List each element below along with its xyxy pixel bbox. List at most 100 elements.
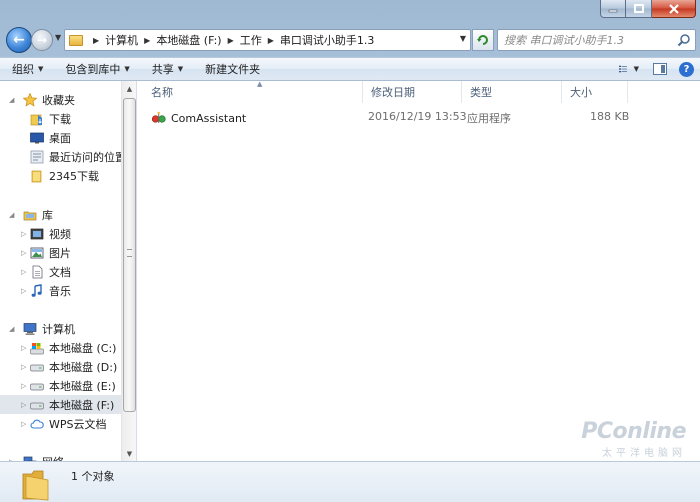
nav-libraries[interactable]: ◢ 库 xyxy=(0,205,121,224)
back-button[interactable]: ← xyxy=(6,27,32,53)
nav-downloads[interactable]: 下载 xyxy=(0,109,121,128)
computer-icon xyxy=(22,321,38,337)
address-history-dropdown[interactable]: ▼ xyxy=(460,34,466,43)
view-details-icon xyxy=(619,65,627,73)
expand-arrow-icon[interactable]: ◢ xyxy=(9,325,14,333)
chevron-down-icon: ▼ xyxy=(55,33,62,42)
recent-pages-dropdown[interactable]: ▼ xyxy=(55,33,63,45)
column-header-type[interactable]: 类型 xyxy=(462,81,562,103)
nav-computer[interactable]: ◢ 计算机 xyxy=(0,319,121,338)
details-pane: 1 个对象 xyxy=(0,461,700,502)
nav-favorites[interactable]: ◢ 收藏夹 xyxy=(0,90,121,109)
expand-arrow-icon[interactable]: ▷ xyxy=(21,363,26,371)
column-label: 名称 xyxy=(151,86,173,99)
expand-arrow-icon[interactable]: ▷ xyxy=(21,382,26,390)
file-name-cell[interactable]: ComAssistant xyxy=(151,110,246,126)
hard-drive-icon xyxy=(29,397,45,413)
caption-buttons xyxy=(600,0,696,18)
scrollbar-thumb[interactable] xyxy=(123,98,136,412)
hard-drive-icon xyxy=(29,359,45,375)
search-input[interactable]: 搜索 串口调试小助手1.3 xyxy=(504,32,624,48)
watermark: PConline 太平洋电脑网 xyxy=(581,419,686,459)
nav-label: 桌面 xyxy=(49,131,71,145)
scroll-up-icon[interactable]: ▲ xyxy=(123,81,136,96)
folder-icon xyxy=(69,34,83,46)
nav-drive-d[interactable]: ▷ 本地磁盘 (D:) xyxy=(0,357,121,376)
maximize-button[interactable] xyxy=(626,0,652,18)
refresh-button[interactable] xyxy=(472,29,494,51)
column-header-size[interactable]: 大小 xyxy=(562,81,628,103)
arrow-left-icon: ← xyxy=(13,32,25,48)
organize-button[interactable]: 组织 ▼ xyxy=(12,61,43,77)
music-note-icon xyxy=(29,283,45,299)
expand-arrow-icon[interactable]: ▷ xyxy=(21,287,26,295)
watermark-subtitle: 太平洋电脑网 xyxy=(602,448,686,459)
close-icon xyxy=(668,3,679,14)
column-header-name[interactable]: ▲ 名称 xyxy=(143,80,363,103)
file-size: 188 KB xyxy=(590,110,630,123)
expand-arrow-icon[interactable]: ▷ xyxy=(21,230,26,238)
refresh-icon xyxy=(477,35,488,45)
column-label: 修改日期 xyxy=(371,86,415,99)
system-drive-icon xyxy=(29,340,45,356)
expand-arrow-icon[interactable]: ▷ xyxy=(21,268,26,276)
column-header-date[interactable]: 修改日期 xyxy=(363,81,462,103)
expand-arrow-icon[interactable]: ◢ xyxy=(9,96,14,104)
chevron-right-icon[interactable]: ▶ xyxy=(268,36,274,45)
chevron-right-icon[interactable]: ▶ xyxy=(228,36,234,45)
video-library-icon xyxy=(29,226,45,242)
document-library-icon xyxy=(29,264,45,280)
nav-label: 最近访问的位置 xyxy=(49,150,126,164)
nav-label: 库 xyxy=(42,208,53,222)
cloud-icon xyxy=(29,416,45,432)
nav-2345-downloads[interactable]: 2345下载 xyxy=(0,166,121,185)
expand-arrow-icon[interactable]: ▷ xyxy=(21,344,26,352)
view-options-button[interactable]: ▼ xyxy=(619,61,639,77)
expand-arrow-icon[interactable]: ◢ xyxy=(9,211,14,219)
search-box[interactable]: 搜索 串口调试小助手1.3 xyxy=(497,29,696,51)
forward-button[interactable]: → xyxy=(31,29,53,51)
nav-drive-f[interactable]: ▷ 本地磁盘 (F:) xyxy=(0,395,121,414)
expand-arrow-icon[interactable]: ▷ xyxy=(21,401,26,409)
expand-arrow-icon[interactable]: ▷ xyxy=(21,249,26,257)
nav-label: 计算机 xyxy=(42,322,75,336)
nav-drive-c[interactable]: ▷ 本地磁盘 (C:) xyxy=(0,338,121,357)
close-button[interactable] xyxy=(652,0,696,18)
folder-icon xyxy=(29,168,45,184)
sort-ascending-icon: ▲ xyxy=(257,80,263,88)
nav-network[interactable]: ▷ 网络 xyxy=(0,452,121,461)
file-row[interactable]: ComAssistant 2016/12/19 13:53 应用程序 188 K… xyxy=(145,108,630,128)
breadcrumb-current-folder[interactable]: 串口调试小助手1.3 xyxy=(280,32,375,48)
nav-drive-e[interactable]: ▷ 本地磁盘 (E:) xyxy=(0,376,121,395)
address-bar[interactable]: ▶ 计算机 ▶ 本地磁盘 (F:) ▶ 工作 ▶ 串口调试小助手1.3 ▼ xyxy=(64,29,471,51)
help-icon[interactable]: ? xyxy=(679,61,694,77)
recent-places-icon xyxy=(29,149,45,165)
new-folder-button[interactable]: 新建文件夹 xyxy=(205,61,260,77)
include-in-library-button[interactable]: 包含到库中 ▼ xyxy=(65,61,129,77)
view-controls: ▼ ? xyxy=(615,61,694,77)
breadcrumb-computer[interactable]: 计算机 xyxy=(105,32,138,48)
chevron-right-icon[interactable]: ▶ xyxy=(144,36,150,45)
nav-label: 视频 xyxy=(49,227,71,241)
star-icon xyxy=(22,92,38,108)
file-type: 应用程序 xyxy=(467,112,511,125)
nav-videos[interactable]: ▷ 视频 xyxy=(0,224,121,243)
scroll-down-icon[interactable]: ▼ xyxy=(123,446,136,461)
nav-wps-cloud[interactable]: ▷ WPS云文档 xyxy=(0,414,121,433)
share-button[interactable]: 共享 ▼ xyxy=(152,61,183,77)
breadcrumb-work[interactable]: 工作 xyxy=(240,32,262,48)
nav-music[interactable]: ▷ 音乐 xyxy=(0,281,121,300)
search-icon[interactable] xyxy=(677,33,691,47)
expand-arrow-icon[interactable]: ▷ xyxy=(21,420,26,428)
nav-documents[interactable]: ▷ 文档 xyxy=(0,262,121,281)
nav-recent-places[interactable]: 最近访问的位置 xyxy=(0,147,126,166)
breadcrumb-drive-f[interactable]: 本地磁盘 (F:) xyxy=(156,32,221,48)
minimize-button[interactable] xyxy=(600,0,626,18)
navigation-scrollbar[interactable]: ▲ ▼ xyxy=(121,81,136,461)
preview-pane-button[interactable] xyxy=(653,63,667,75)
nav-pictures[interactable]: ▷ 图片 xyxy=(0,243,121,262)
nav-desktop[interactable]: 桌面 xyxy=(0,128,121,147)
file-date: 2016/12/19 13:53 xyxy=(368,110,467,123)
chevron-right-icon[interactable]: ▶ xyxy=(93,36,99,45)
nav-label: 图片 xyxy=(49,246,71,260)
